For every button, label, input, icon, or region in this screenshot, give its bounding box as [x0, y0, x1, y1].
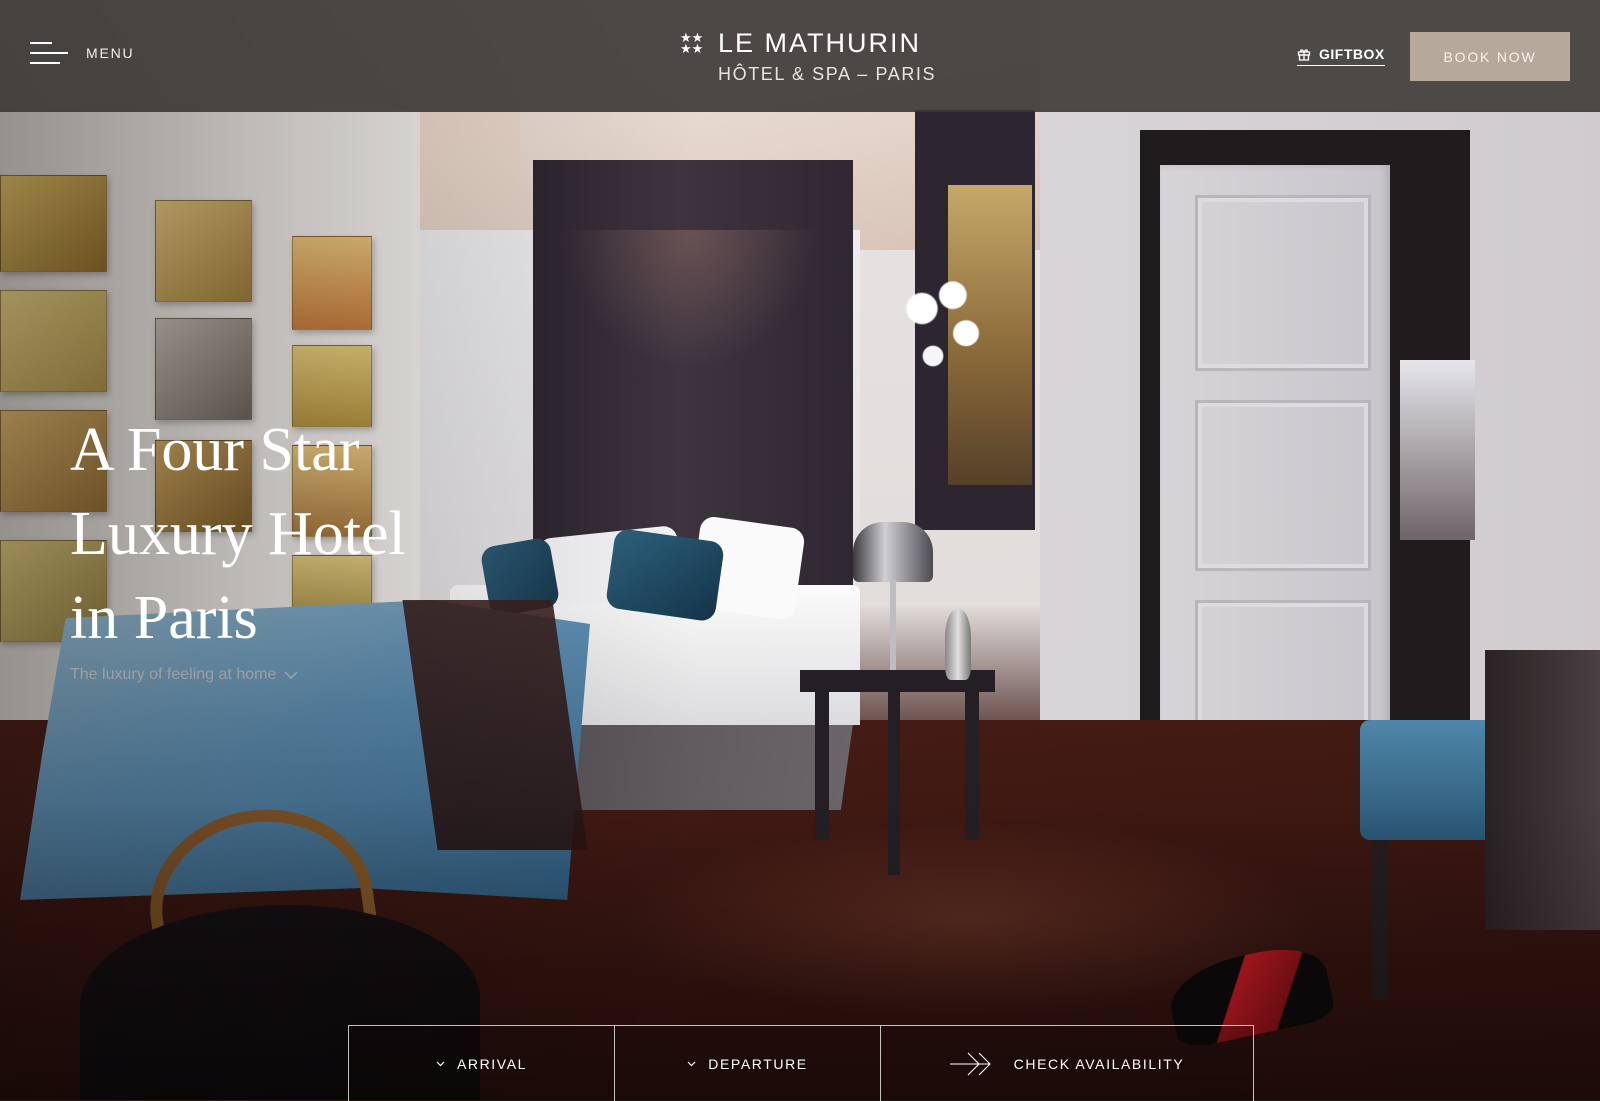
- gift-icon: [1297, 47, 1311, 61]
- hero-title-line: Luxury Hotel: [70, 500, 406, 568]
- booking-bar: ARRIVAL DEPARTURE CHECK AVAILABILITY: [348, 1025, 1254, 1101]
- lamp: [853, 522, 933, 582]
- hero-title-line: in Paris: [70, 584, 258, 652]
- bathroom-view: [1400, 360, 1475, 540]
- hero-title: A Four Star Luxury Hotel in Paris: [70, 408, 490, 660]
- chevron-down-icon: [284, 671, 298, 680]
- chevron-down-icon: [436, 1061, 445, 1067]
- chevron-down-icon: [687, 1061, 696, 1067]
- orchid: [900, 280, 1010, 470]
- star-rating-icon: ★★ ★★: [680, 30, 704, 56]
- departure-label: DEPARTURE: [708, 1055, 808, 1072]
- giftbox-link[interactable]: GIFTBOX: [1297, 46, 1385, 66]
- logo-tagline: HÔTEL & SPA – PARIS: [718, 64, 937, 84]
- menu-label: MENU: [86, 45, 135, 61]
- lamp-stem: [890, 580, 896, 670]
- hamburger-icon: [30, 40, 68, 66]
- hero-title-line: A Four Star: [70, 416, 360, 484]
- arrival-label: ARRIVAL: [456, 1055, 528, 1072]
- logo-name: LE MATHURIN: [718, 28, 922, 58]
- vase: [945, 610, 971, 680]
- site-header: MENU ★★ ★★ LE MATHURIN HÔTEL & SPA – PARI…: [0, 0, 1600, 112]
- departure-date-picker[interactable]: DEPARTURE: [615, 1026, 881, 1101]
- book-now-button[interactable]: BOOK NOW: [1410, 32, 1570, 81]
- check-availability-label: CHECK AVAILABILITY: [1013, 1055, 1185, 1072]
- door-panel: [1195, 400, 1371, 571]
- check-availability-button[interactable]: CHECK AVAILABILITY: [881, 1026, 1253, 1101]
- giftbox-label: GIFTBOX: [1319, 46, 1385, 62]
- hero-subtitle-link[interactable]: The luxury of feeling at home: [70, 666, 298, 684]
- arrival-date-picker[interactable]: ARRIVAL: [349, 1026, 615, 1101]
- hero-subtitle: The luxury of feeling at home: [70, 666, 277, 683]
- arrow-right-icon: [949, 1049, 994, 1079]
- door-panel: [1195, 195, 1371, 371]
- menu-button[interactable]: MENU: [30, 40, 134, 66]
